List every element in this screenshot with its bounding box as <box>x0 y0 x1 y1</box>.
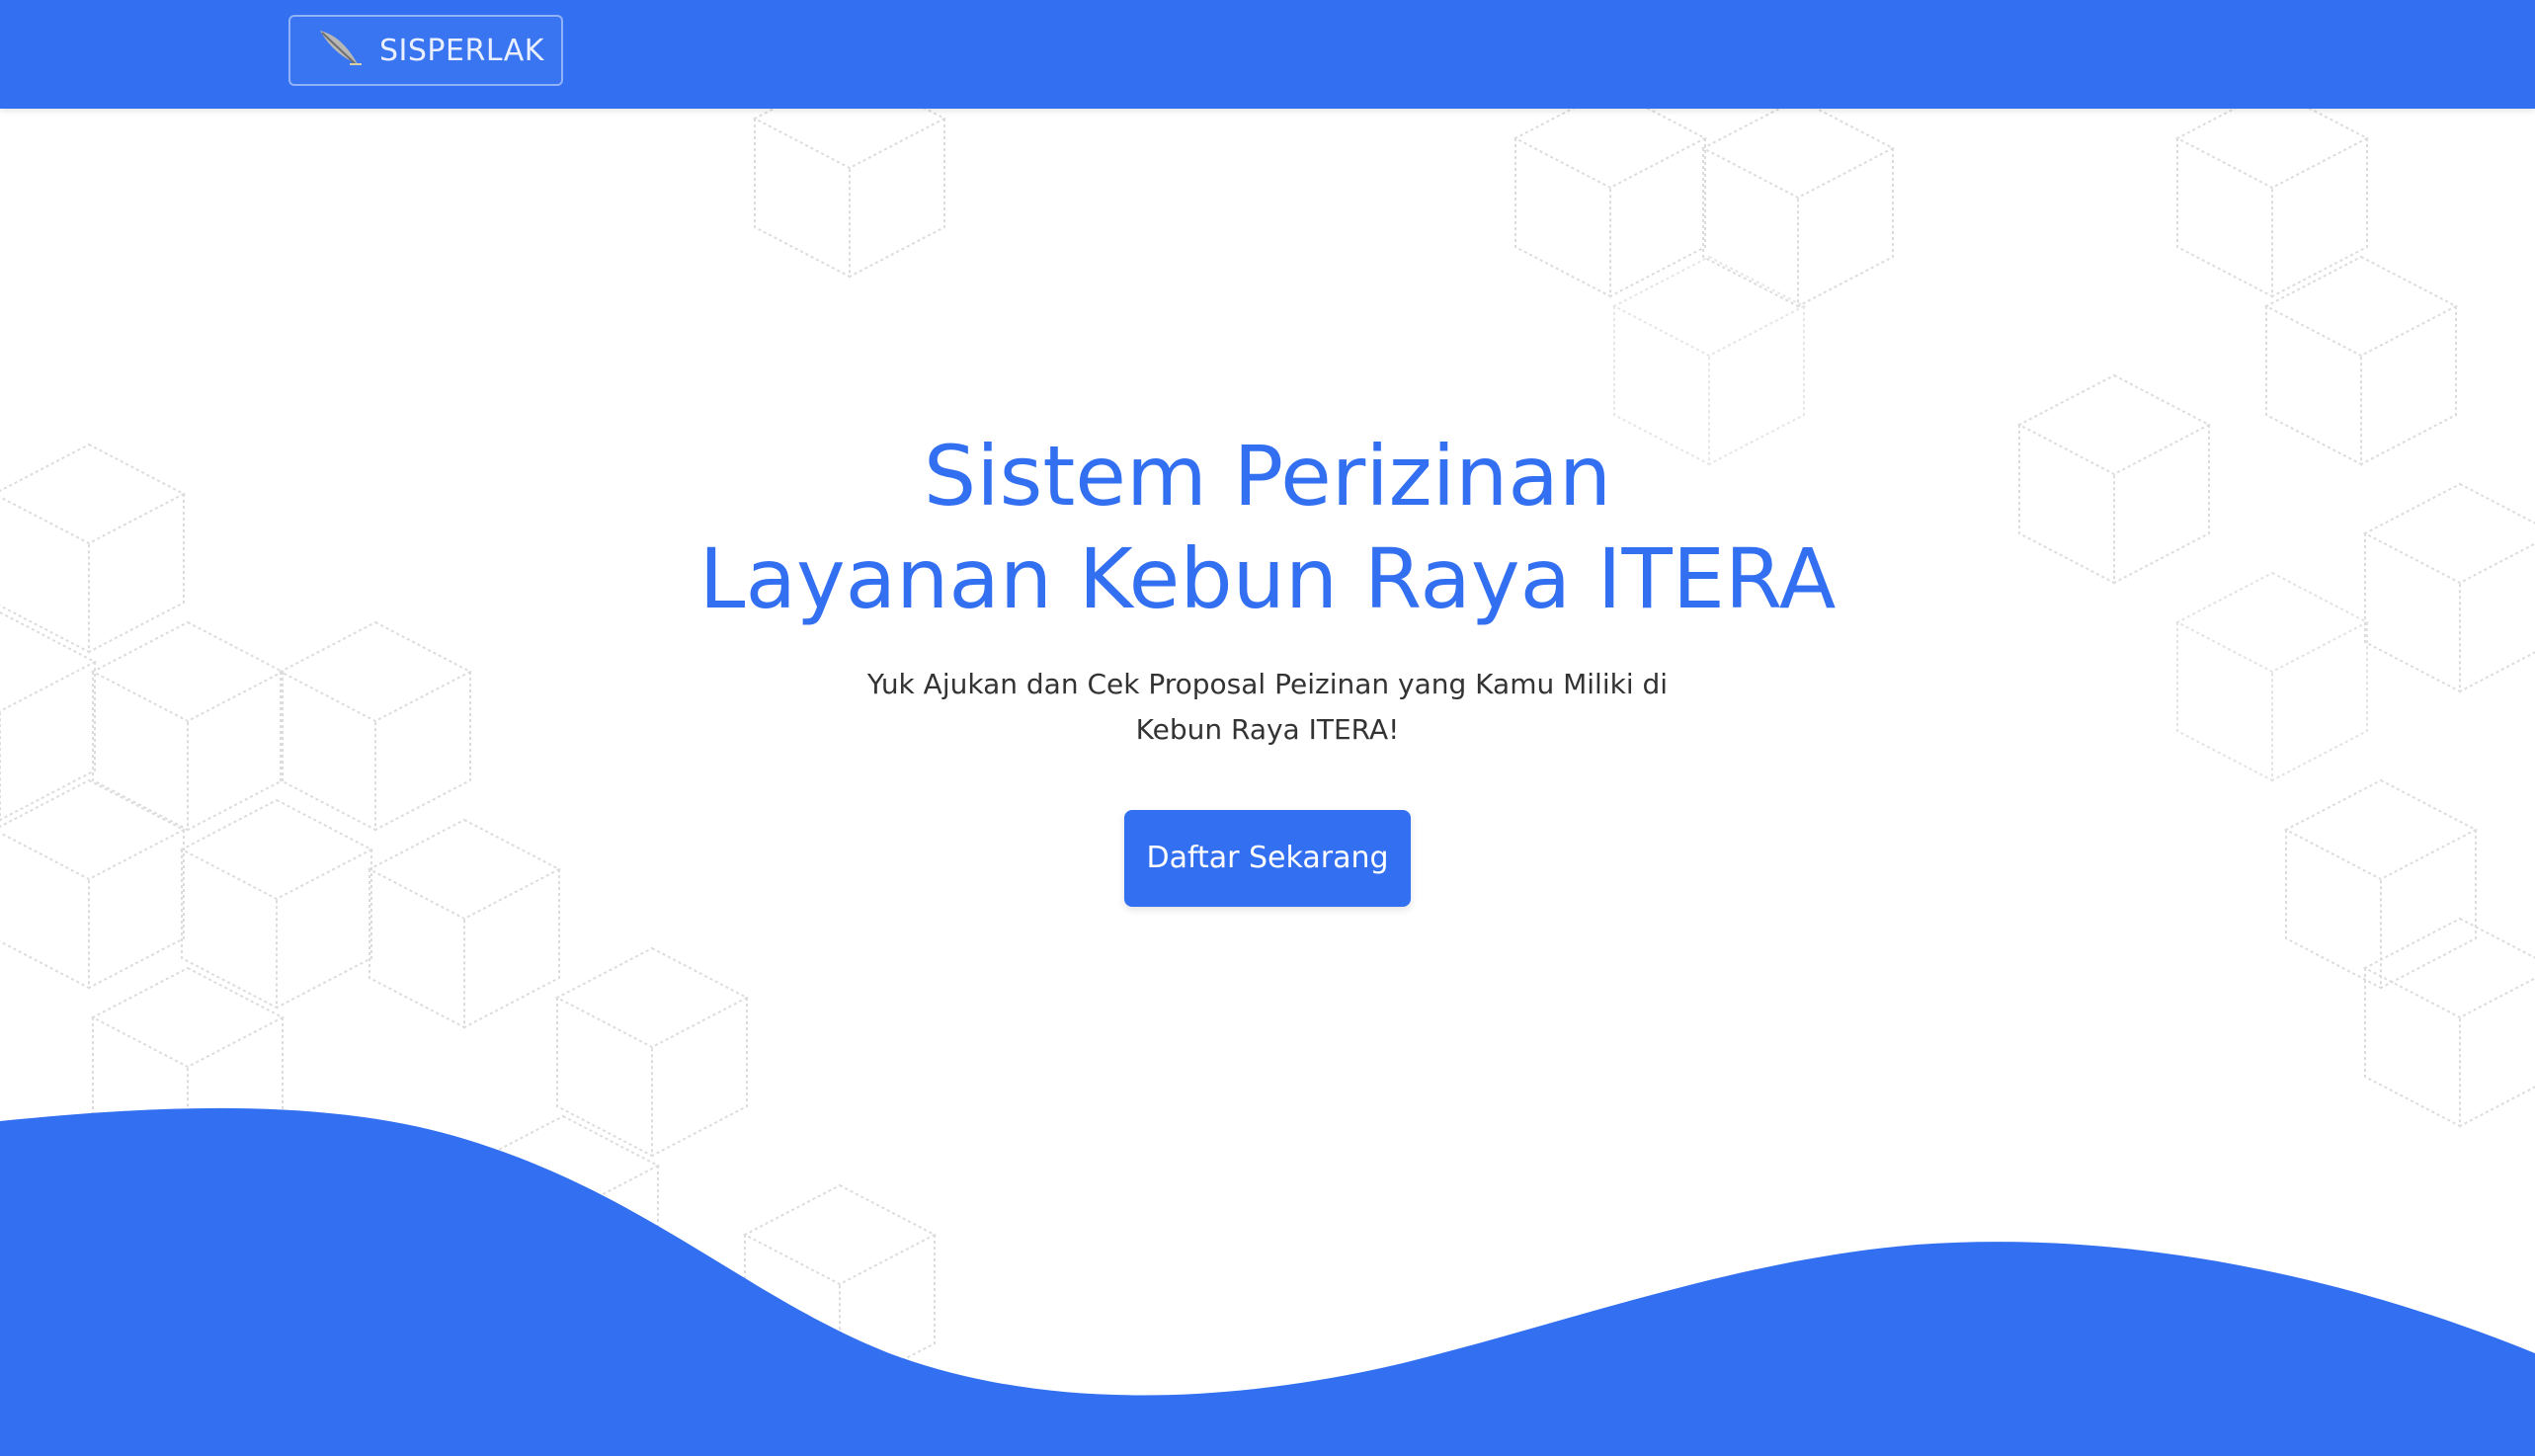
landing-page: SISPERLAK Sistem Perizinan Layanan Kebun… <box>0 0 2535 1456</box>
hero-section: Sistem Perizinan Layanan Kebun Raya ITER… <box>0 425 2535 907</box>
hero-title-line1: Sistem Perizinan <box>923 428 1612 525</box>
brand-home-link[interactable]: SISPERLAK <box>288 15 563 86</box>
bottom-wave-decoration <box>0 1107 2535 1456</box>
top-navbar: SISPERLAK <box>0 0 2535 109</box>
leaf-logo-icon <box>312 23 368 78</box>
hero-title-line2: Layanan Kebun Raya ITERA <box>698 530 1837 627</box>
hero-title: Sistem Perizinan Layanan Kebun Raya ITER… <box>0 425 2535 630</box>
hero-subtitle: Yuk Ajukan dan Cek Proposal Peizinan yan… <box>866 668 1669 746</box>
register-now-button[interactable]: Daftar Sekarang <box>1124 810 1411 907</box>
brand-name: SISPERLAK <box>379 33 544 68</box>
